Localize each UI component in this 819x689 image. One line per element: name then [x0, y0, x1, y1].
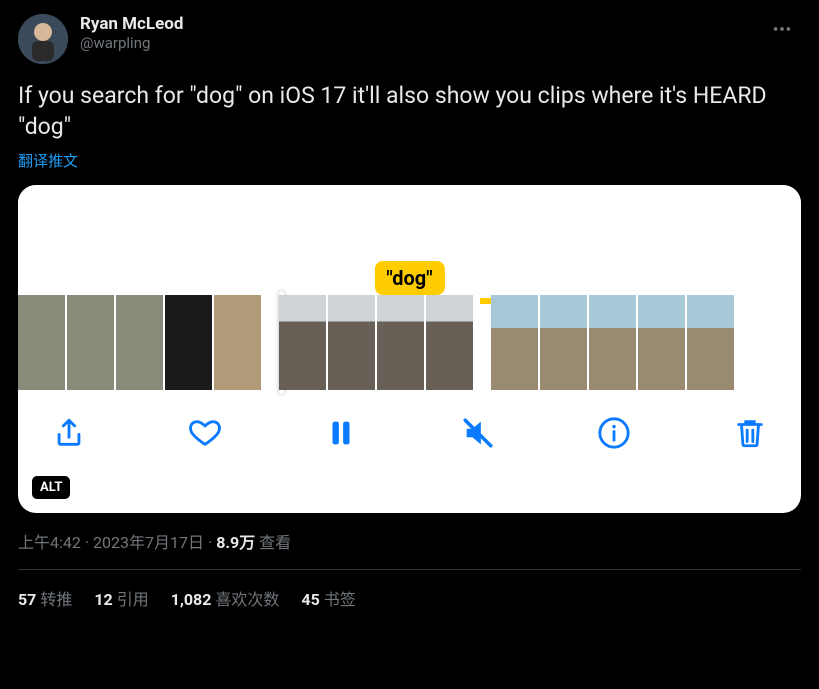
mute-button[interactable]	[461, 416, 495, 450]
clip-thumbnail	[426, 295, 473, 390]
video-filmstrip[interactable]	[18, 295, 801, 390]
clip-group-2	[279, 295, 473, 390]
translate-link[interactable]: 翻译推文	[18, 150, 801, 171]
more-button[interactable]	[763, 14, 801, 49]
stat-bookmarks[interactable]: 45书签	[301, 586, 355, 610]
media-toolbar	[18, 390, 801, 450]
stat-likes[interactable]: 1,082喜欢次数	[171, 586, 280, 610]
trash-icon	[733, 416, 767, 450]
alt-badge[interactable]: ALT	[32, 476, 70, 499]
tweet-stats: 57转推 12引用 1,082喜欢次数 45书签	[18, 570, 801, 610]
display-name[interactable]: Ryan McLeod	[80, 14, 763, 34]
handle[interactable]: @warpling	[80, 34, 763, 52]
tweet-text: If you search for "dog" on iOS 17 it'll …	[18, 80, 801, 142]
clip-thumbnail	[165, 295, 212, 390]
clip-thumbnail	[328, 295, 375, 390]
clip-thumbnail	[589, 295, 636, 390]
info-button[interactable]	[597, 416, 631, 450]
stat-retweets[interactable]: 57转推	[18, 586, 72, 610]
tweet-header: Ryan McLeod @warpling	[18, 14, 801, 64]
clip-thumbnail	[638, 295, 685, 390]
clip-thumbnail	[18, 295, 65, 390]
avatar-image	[18, 14, 68, 64]
clip-thumbnail	[491, 295, 538, 390]
pause-button[interactable]	[324, 416, 358, 450]
author-names: Ryan McLeod @warpling	[80, 14, 763, 52]
heart-icon	[188, 416, 222, 450]
info-icon	[597, 416, 631, 450]
clip-thumbnail	[67, 295, 114, 390]
clip-group-1	[18, 295, 261, 390]
share-button[interactable]	[52, 416, 86, 450]
views-count[interactable]: 8.9万	[216, 533, 255, 552]
clip-thumbnail	[279, 295, 326, 390]
views-label: 查看	[259, 533, 291, 552]
share-icon	[52, 416, 86, 450]
caption-badge: "dog"	[374, 261, 444, 295]
speaker-muted-icon	[461, 416, 495, 450]
delete-button[interactable]	[733, 416, 767, 450]
like-button[interactable]	[188, 416, 222, 450]
tweet: Ryan McLeod @warpling If you search for …	[0, 0, 819, 610]
pause-icon	[324, 416, 358, 450]
clip-group-3	[491, 295, 734, 390]
tweet-date[interactable]: 2023年7月17日	[93, 533, 204, 552]
clip-thumbnail	[214, 295, 261, 390]
tweet-time[interactable]: 上午4:42	[18, 533, 81, 552]
clip-thumbnail	[687, 295, 734, 390]
tweet-meta: 上午4:42·2023年7月17日·8.9万 查看	[18, 529, 801, 553]
avatar[interactable]	[18, 14, 68, 64]
more-icon	[771, 18, 793, 40]
stat-quotes[interactable]: 12引用	[94, 586, 148, 610]
clip-thumbnail	[116, 295, 163, 390]
clip-thumbnail	[377, 295, 424, 390]
media-card[interactable]: "dog"	[18, 185, 801, 513]
clip-thumbnail	[540, 295, 587, 390]
